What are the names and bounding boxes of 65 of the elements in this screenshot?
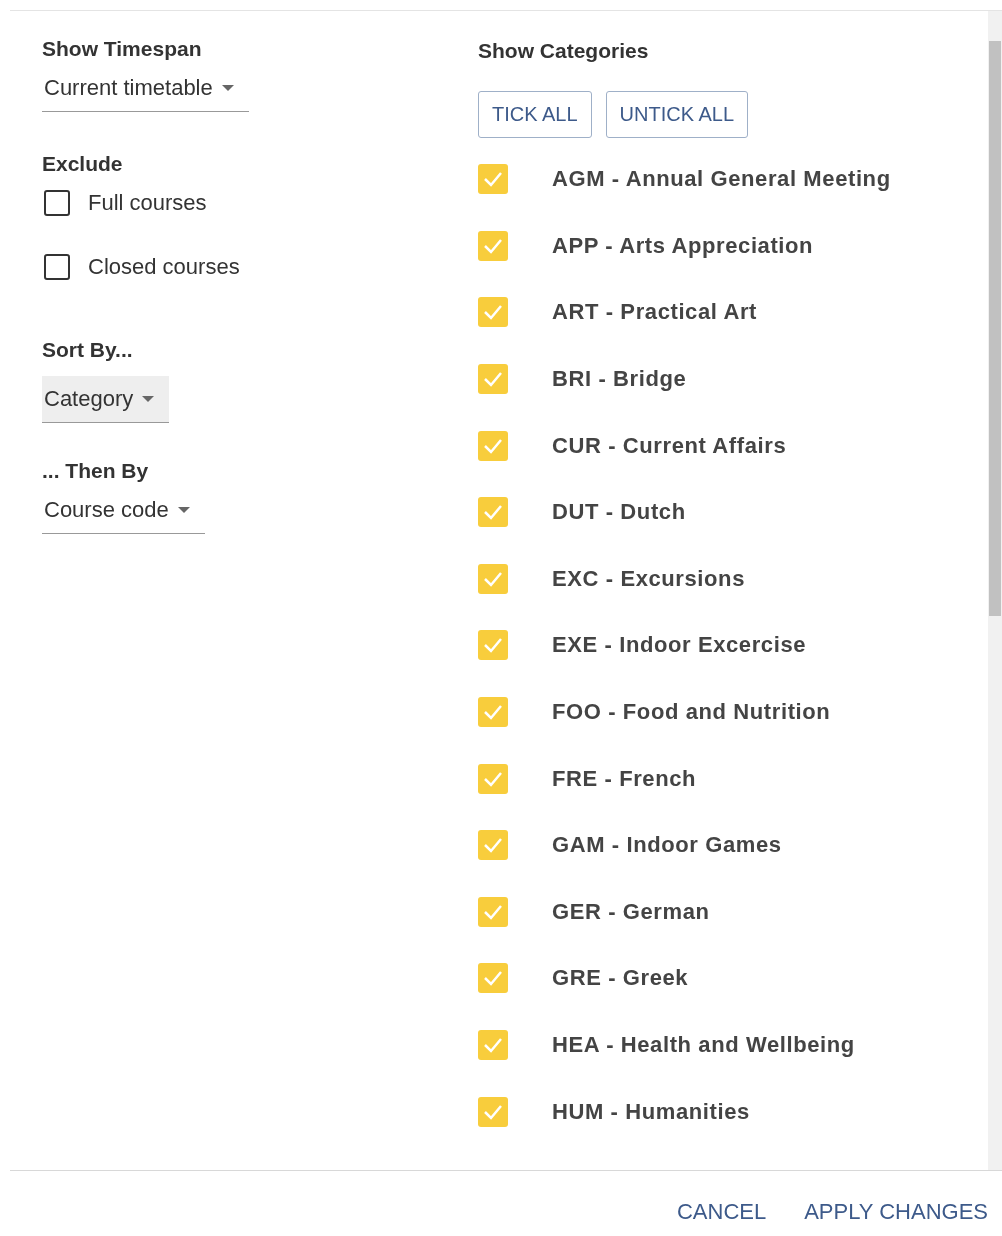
checkbox[interactable] bbox=[478, 963, 508, 994]
checkbox[interactable] bbox=[44, 190, 70, 216]
category-label: HEA - Health and Wellbeing bbox=[552, 1032, 855, 1058]
dropdown[interactable]: Category bbox=[42, 376, 170, 423]
checkbox[interactable] bbox=[44, 254, 70, 280]
caret-icon bbox=[220, 84, 235, 92]
check-icon bbox=[483, 770, 503, 787]
checkbox[interactable] bbox=[478, 497, 508, 528]
category-label: GAM - Indoor Games bbox=[552, 832, 782, 859]
check-icon bbox=[483, 171, 503, 188]
checkbox[interactable] bbox=[478, 1096, 508, 1127]
category-label: HUM - Humanities bbox=[552, 1098, 750, 1125]
check-icon bbox=[483, 504, 503, 521]
checkbox[interactable] bbox=[478, 364, 508, 395]
check-icon bbox=[483, 837, 503, 854]
category-label: EXE - Indoor Excercise bbox=[552, 632, 807, 659]
select-button[interactable]: TICK ALL bbox=[478, 91, 592, 138]
select-button[interactable]: UNTICK ALL bbox=[605, 91, 749, 138]
section-heading: ... Then By bbox=[42, 459, 149, 483]
category-label: CUR - Current Affairs bbox=[552, 432, 787, 459]
checkbox[interactable] bbox=[478, 297, 508, 328]
category-label: APP - Arts Appreciation bbox=[552, 232, 814, 259]
caret-icon bbox=[141, 395, 156, 403]
checkbox[interactable] bbox=[478, 697, 508, 728]
category-label: BRI - Bridge bbox=[552, 366, 687, 393]
dialog-button[interactable]: CANCEL bbox=[676, 1199, 767, 1225]
check-icon bbox=[483, 903, 503, 920]
checkbox[interactable] bbox=[478, 1030, 508, 1060]
checkbox[interactable] bbox=[478, 430, 508, 461]
check-icon bbox=[483, 1037, 503, 1053]
checkbox-label: Closed courses bbox=[88, 254, 240, 280]
category-label: GRE - Greek bbox=[552, 965, 689, 992]
checkbox-label: Full courses bbox=[88, 190, 207, 216]
category-label: FRE - French bbox=[552, 765, 697, 792]
check-icon bbox=[483, 304, 503, 321]
check-icon bbox=[483, 1103, 503, 1120]
section-heading: Show Categories bbox=[478, 39, 649, 63]
check-icon bbox=[483, 371, 503, 388]
checkbox[interactable] bbox=[478, 763, 508, 794]
checkbox[interactable] bbox=[478, 896, 508, 927]
category-label: ART - Practical Art bbox=[552, 299, 757, 326]
check-icon bbox=[483, 970, 503, 987]
checkbox[interactable] bbox=[478, 563, 508, 594]
section-heading: Sort By... bbox=[42, 338, 133, 362]
dropdown[interactable]: Current timetable bbox=[42, 65, 249, 112]
check-icon bbox=[483, 437, 503, 454]
category-label: GER - German bbox=[552, 898, 710, 925]
category-label: DUT - Dutch bbox=[552, 499, 686, 526]
section-heading: Exclude bbox=[42, 152, 123, 176]
check-icon bbox=[483, 637, 503, 654]
check-icon bbox=[483, 237, 503, 254]
check-icon bbox=[483, 570, 503, 587]
check-icon bbox=[483, 704, 503, 721]
checkbox[interactable] bbox=[478, 164, 508, 195]
checkbox[interactable] bbox=[478, 830, 508, 861]
dropdown[interactable]: Course code bbox=[42, 487, 205, 534]
caret-icon bbox=[176, 506, 191, 514]
checkbox[interactable] bbox=[478, 630, 508, 661]
category-label: EXC - Excursions bbox=[552, 565, 745, 592]
section-heading: Show Timespan bbox=[42, 37, 202, 61]
dialog-button[interactable]: APPLY CHANGES bbox=[804, 1199, 988, 1225]
category-label: FOO - Food and Nutrition bbox=[552, 699, 831, 726]
category-label: AGM - Annual General Meeting bbox=[552, 166, 891, 193]
checkbox[interactable] bbox=[478, 230, 508, 261]
scrollbar[interactable] bbox=[988, 11, 1002, 1170]
